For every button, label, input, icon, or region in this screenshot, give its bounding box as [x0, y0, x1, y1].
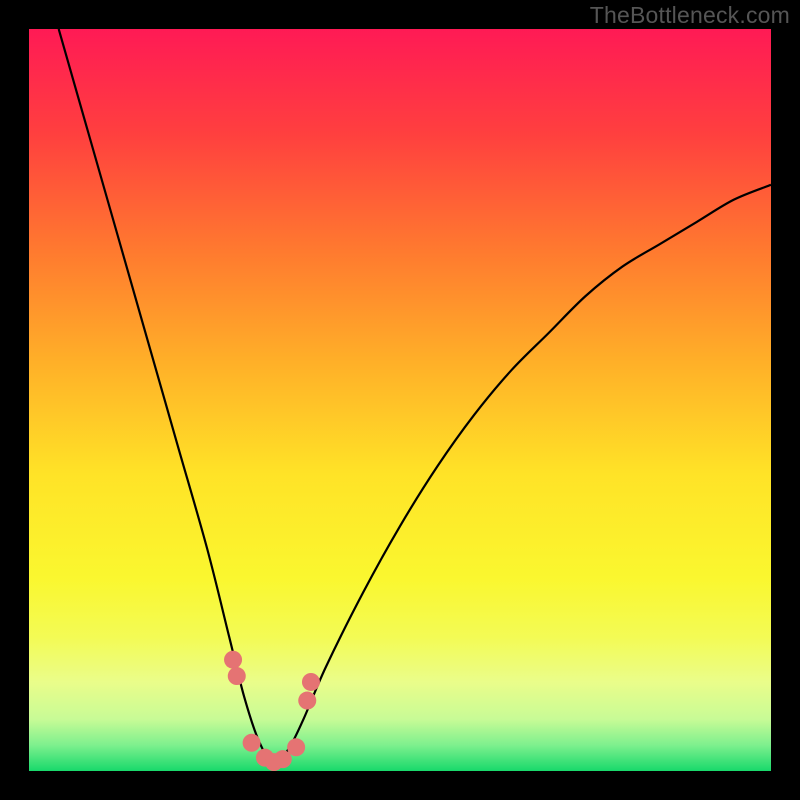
valley-marker — [298, 692, 316, 710]
valley-marker — [228, 667, 246, 685]
bottleneck-curve — [59, 29, 771, 764]
valley-marker — [287, 738, 305, 756]
watermark-text: TheBottleneck.com — [590, 2, 790, 29]
valley-marker — [302, 673, 320, 691]
valley-marker — [243, 734, 261, 752]
valley-markers — [224, 651, 320, 771]
curve-layer — [29, 29, 771, 771]
valley-marker — [224, 651, 242, 669]
plot-area — [29, 29, 771, 771]
